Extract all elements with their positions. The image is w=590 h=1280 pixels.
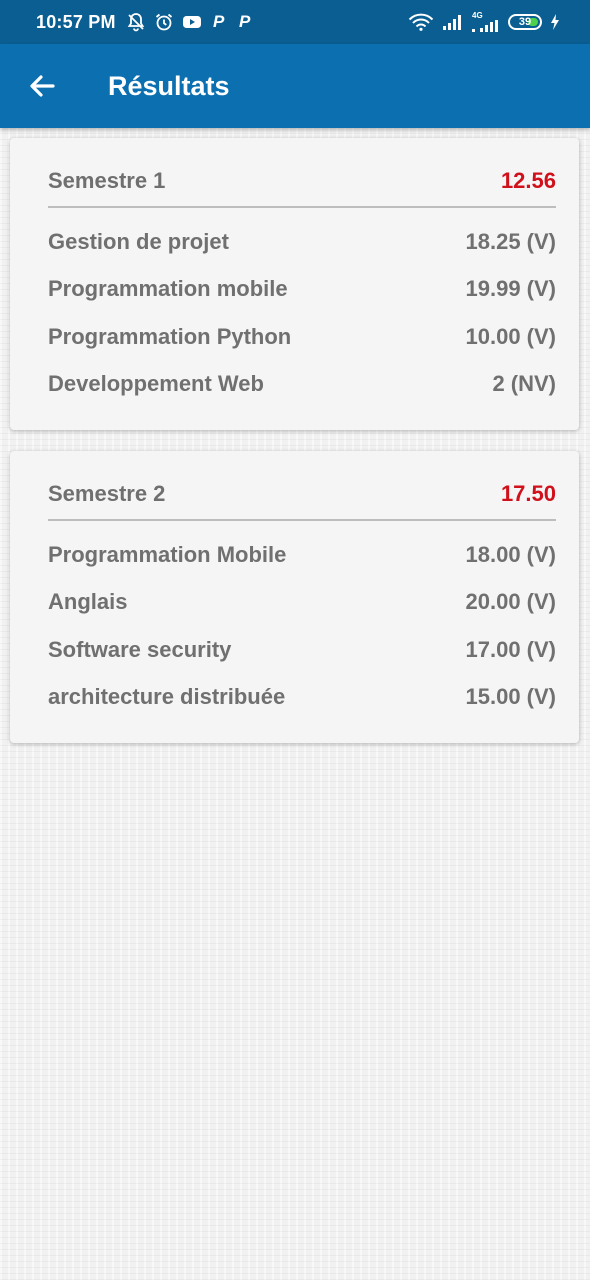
page-title: Résultats (108, 70, 230, 101)
course-name: Gestion de projet (48, 228, 229, 254)
course-name: Programmation Python (48, 323, 292, 349)
semester-card-2: Semestre 2 17.50 Programmation Mobile 18… (10, 451, 579, 743)
status-time: 10:57 PM (36, 11, 116, 32)
semester-average: 17.50 (500, 481, 556, 506)
course-grade: 18.25 (V) (465, 228, 557, 254)
alarm-icon (154, 12, 174, 32)
notification-icons: P P (126, 12, 254, 32)
course-row: Developpement Web 2 (NV) (48, 361, 556, 409)
course-row: Programmation Mobile 18.00 (V) (48, 531, 556, 579)
course-list: Programmation Mobile 18.00 (V) Anglais 2… (48, 531, 556, 721)
p-app-icon-2: P (238, 12, 251, 31)
course-name: architecture distribuée (48, 684, 286, 710)
course-grade: 20.00 (V) (465, 589, 557, 615)
battery-icon: 39 (508, 14, 542, 30)
course-row: Software security 17.00 (V) (48, 626, 556, 674)
arrow-back-icon (30, 75, 55, 97)
course-name: Developpement Web (48, 371, 264, 397)
semester-card-1: Semestre 1 12.56 Gestion de projet 18.25… (10, 138, 579, 430)
back-button[interactable] (10, 54, 74, 118)
course-grade: 18.00 (V) (465, 541, 557, 567)
semester-header: Semestre 2 17.50 (48, 451, 556, 521)
network-type-label: 4G (472, 11, 483, 20)
signal-4g-icon: 4G (472, 12, 500, 32)
youtube-icon (182, 14, 202, 30)
course-row: Anglais 20.00 (V) (48, 579, 556, 627)
bell-off-icon (126, 12, 146, 32)
semester-title: Semestre 2 (48, 481, 166, 506)
course-row: architecture distribuée 15.00 (V) (48, 674, 556, 722)
p-app-icon: P (212, 12, 225, 31)
charging-icon (550, 14, 560, 30)
course-grade: 15.00 (V) (465, 684, 557, 710)
app-bar: Résultats (0, 44, 590, 128)
course-name: Anglais (48, 589, 128, 615)
semester-title: Semestre 1 (48, 168, 166, 193)
semester-header: Semestre 1 12.56 (48, 138, 556, 208)
course-row: Programmation mobile 19.99 (V) (48, 266, 556, 314)
course-row: Gestion de projet 18.25 (V) (48, 218, 556, 266)
status-bar: 10:57 PM P P 4G 39 (0, 0, 590, 44)
signal-icon (442, 14, 464, 30)
course-grade: 2 (NV) (492, 371, 556, 397)
course-grade: 17.00 (V) (465, 636, 557, 662)
wifi-icon (408, 13, 434, 31)
course-name: Programmation mobile (48, 276, 288, 302)
course-name: Programmation Mobile (48, 541, 287, 567)
course-grade: 10.00 (V) (465, 323, 557, 349)
course-list: Gestion de projet 18.25 (V) Programmatio… (48, 218, 556, 408)
semester-average: 12.56 (500, 168, 556, 193)
course-row: Programmation Python 10.00 (V) (48, 313, 556, 361)
course-grade: 19.99 (V) (465, 276, 557, 302)
battery-level: 39 (518, 16, 532, 28)
system-icons: 4G 39 (408, 0, 560, 44)
course-name: Software security (48, 636, 232, 662)
